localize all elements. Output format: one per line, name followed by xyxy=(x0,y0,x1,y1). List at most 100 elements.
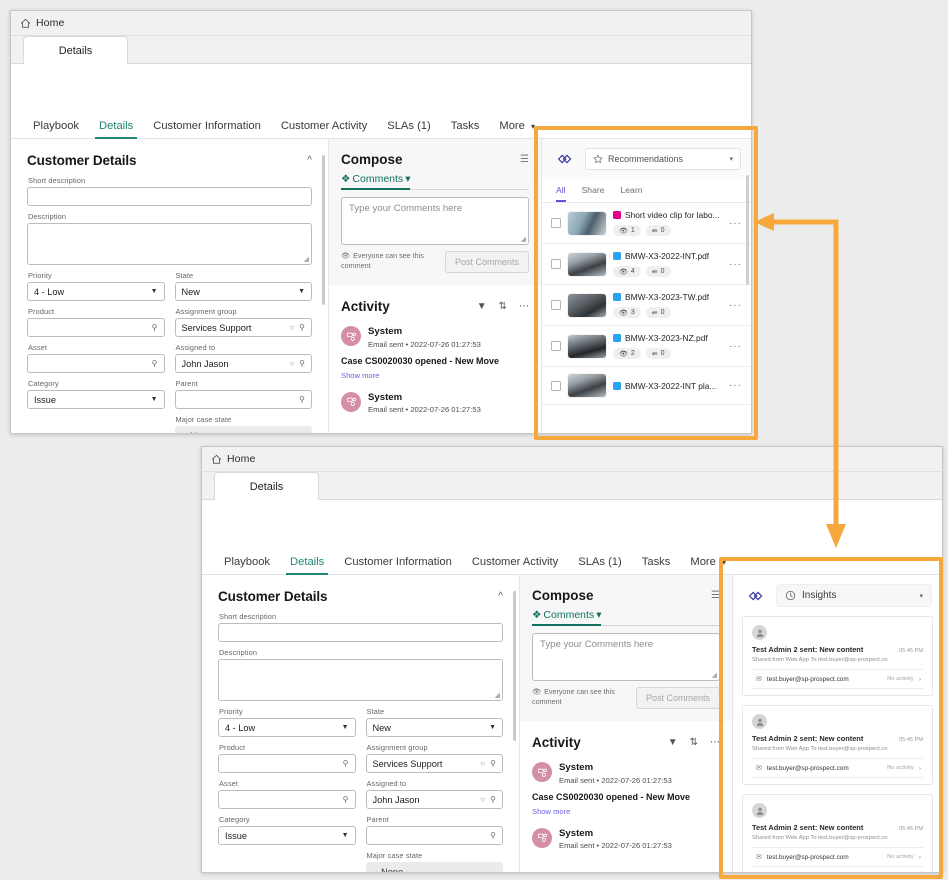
tab-customer-activity[interactable]: Customer Activity xyxy=(271,120,377,138)
list-icon[interactable]: ☰ xyxy=(520,154,529,165)
search-icon[interactable]: ⚲ xyxy=(490,831,496,840)
tab-tasks[interactable]: Tasks xyxy=(632,556,681,574)
asset-lookup[interactable]: ⚲ xyxy=(218,790,356,809)
rec-tab-learn[interactable]: Learn xyxy=(621,185,643,202)
description-textarea[interactable]: ◢ xyxy=(218,659,503,701)
info-circle-icon[interactable]: ○ xyxy=(480,759,485,768)
product-lookup[interactable]: ⚲ xyxy=(218,754,356,773)
list-item[interactable]: BMW-X3-2023-NZ.pdf 👁 2 ⇚ 0 ··· xyxy=(542,326,751,367)
insight-recipient-row[interactable]: ✉ test.buyer@sp-prospect.com No activity… xyxy=(752,759,923,777)
row-more-icon[interactable]: ··· xyxy=(729,218,742,229)
compose-channel-comments[interactable]: ❖ Comments ▾ xyxy=(341,173,411,190)
tab-customer-information[interactable]: Customer Information xyxy=(143,120,271,138)
post-comments-button[interactable]: Post Comments xyxy=(635,687,720,709)
list-item[interactable]: BMW-X3-2022-INT.pdf 👁 4 ⇚ 0 ··· xyxy=(542,244,751,285)
tab-more[interactable]: More ▾ xyxy=(680,556,736,574)
tab-customer-activity[interactable]: Customer Activity xyxy=(462,556,568,574)
recommendations-dropdown[interactable]: Recommendations ▾ xyxy=(585,148,741,170)
description-textarea[interactable]: ◢ xyxy=(27,223,312,265)
tab-customer-information[interactable]: Customer Information xyxy=(334,556,462,574)
info-circle-icon[interactable]: ○ xyxy=(289,323,294,332)
search-icon[interactable]: ⚲ xyxy=(152,323,158,332)
row-checkbox[interactable] xyxy=(551,259,561,269)
row-more-icon[interactable]: ··· xyxy=(729,300,742,311)
tab-slas[interactable]: SLAs (1) xyxy=(377,120,441,138)
resize-grip-icon[interactable]: ◢ xyxy=(712,672,717,679)
chevron-right-icon[interactable]: › xyxy=(919,676,921,683)
list-icon[interactable]: ☰ xyxy=(711,590,720,601)
short-description-input[interactable] xyxy=(218,623,503,642)
more-icon[interactable]: ⋯ xyxy=(519,301,529,312)
list-item[interactable]: Test Admin 2 sent: New content 05:45 PM … xyxy=(742,794,933,872)
chevron-up-icon[interactable]: ^ xyxy=(498,591,503,602)
priority-select[interactable]: 4 - Low ▼ xyxy=(27,282,165,301)
row-more-icon[interactable]: ··· xyxy=(729,259,742,270)
comment-input[interactable]: Type your Comments here ◢ xyxy=(532,633,720,681)
tab-more[interactable]: More ▾ xyxy=(489,120,545,138)
tab-tasks[interactable]: Tasks xyxy=(441,120,490,138)
assigned-to-lookup[interactable]: John Jason ○ ⚲ xyxy=(174,354,312,373)
insight-recipient-row[interactable]: ✉ test.buyer@sp-prospect.com No activity… xyxy=(752,670,923,688)
category-select[interactable]: Issue ▼ xyxy=(27,390,165,409)
list-item[interactable]: BMW-X3-2023-TW.pdf 👁 3 ⇚ 0 ··· xyxy=(542,285,751,326)
chevron-right-icon[interactable]: › xyxy=(919,854,921,861)
tab-playbook[interactable]: Playbook xyxy=(214,556,280,574)
row-more-icon[interactable]: ··· xyxy=(729,380,742,391)
search-icon[interactable]: ⚲ xyxy=(343,795,349,804)
compose-channel-comments[interactable]: ❖ Comments ▾ xyxy=(532,609,602,626)
search-icon[interactable]: ⚲ xyxy=(490,795,496,804)
insight-recipient-row[interactable]: ✉ test.buyer@sp-prospect.com No activity… xyxy=(752,848,923,866)
post-comments-button[interactable]: Post Comments xyxy=(444,251,529,273)
parent-lookup[interactable]: ⚲ xyxy=(174,390,312,409)
sort-icon[interactable]: ⇅ xyxy=(499,301,507,312)
show-more-link[interactable]: Show more xyxy=(341,371,529,380)
chevron-right-icon[interactable]: › xyxy=(919,765,921,772)
info-circle-icon[interactable]: ○ xyxy=(480,795,485,804)
state-select[interactable]: New ▼ xyxy=(174,282,312,301)
search-icon[interactable]: ⚲ xyxy=(299,359,305,368)
browser-tab-details[interactable]: Details xyxy=(23,36,128,64)
category-select[interactable]: Issue ▼ xyxy=(218,826,356,845)
left-column-scrollbar[interactable] xyxy=(322,155,325,305)
rec-tab-all[interactable]: All xyxy=(556,185,566,202)
filter-icon[interactable]: ▼ xyxy=(477,301,487,312)
assigned-to-lookup[interactable]: John Jason ○ ⚲ xyxy=(365,790,503,809)
search-icon[interactable]: ⚲ xyxy=(299,323,305,332)
list-item[interactable]: Test Admin 2 sent: New content 05:45 PM … xyxy=(742,616,933,696)
search-icon[interactable]: ⚲ xyxy=(343,759,349,768)
product-lookup[interactable]: ⚲ xyxy=(27,318,165,337)
resize-grip-icon[interactable]: ◢ xyxy=(495,692,500,699)
left-column-scrollbar[interactable] xyxy=(513,591,516,741)
home-label[interactable]: Home xyxy=(227,453,255,465)
row-checkbox[interactable] xyxy=(551,380,561,391)
resize-grip-icon[interactable]: ◢ xyxy=(304,256,309,263)
assignment-group-lookup[interactable]: Services Support ○ ⚲ xyxy=(174,318,312,337)
state-select[interactable]: New ▼ xyxy=(365,718,503,737)
comment-input[interactable]: Type your Comments here ◢ xyxy=(341,197,529,245)
more-icon[interactable]: ⋯ xyxy=(710,737,720,748)
recommendations-scrollbar[interactable] xyxy=(746,175,749,285)
row-checkbox[interactable] xyxy=(551,218,561,228)
filter-icon[interactable]: ▼ xyxy=(668,737,678,748)
short-description-input[interactable] xyxy=(27,187,312,206)
list-item[interactable]: BMW-X3-2022-INT pla... ··· xyxy=(542,367,751,405)
home-label[interactable]: Home xyxy=(36,17,64,29)
asset-lookup[interactable]: ⚲ xyxy=(27,354,165,373)
tab-playbook[interactable]: Playbook xyxy=(23,120,89,138)
row-more-icon[interactable]: ··· xyxy=(729,341,742,352)
priority-select[interactable]: 4 - Low ▼ xyxy=(218,718,356,737)
tab-slas[interactable]: SLAs (1) xyxy=(568,556,632,574)
sort-icon[interactable]: ⇅ xyxy=(690,737,698,748)
search-icon[interactable]: ⚲ xyxy=(152,359,158,368)
row-checkbox[interactable] xyxy=(551,300,561,310)
resize-grip-icon[interactable]: ◢ xyxy=(521,236,526,243)
tab-details[interactable]: Details xyxy=(280,556,334,575)
search-icon[interactable]: ⚲ xyxy=(299,395,305,404)
tab-details[interactable]: Details xyxy=(89,120,143,139)
list-item[interactable]: Short video clip for labo... 👁 1 ⇚ 0 ··· xyxy=(542,203,751,244)
show-more-link[interactable]: Show more xyxy=(532,807,720,816)
info-circle-icon[interactable]: ○ xyxy=(289,359,294,368)
parent-lookup[interactable]: ⚲ xyxy=(365,826,503,845)
row-checkbox[interactable] xyxy=(551,341,561,351)
search-icon[interactable]: ⚲ xyxy=(490,759,496,768)
